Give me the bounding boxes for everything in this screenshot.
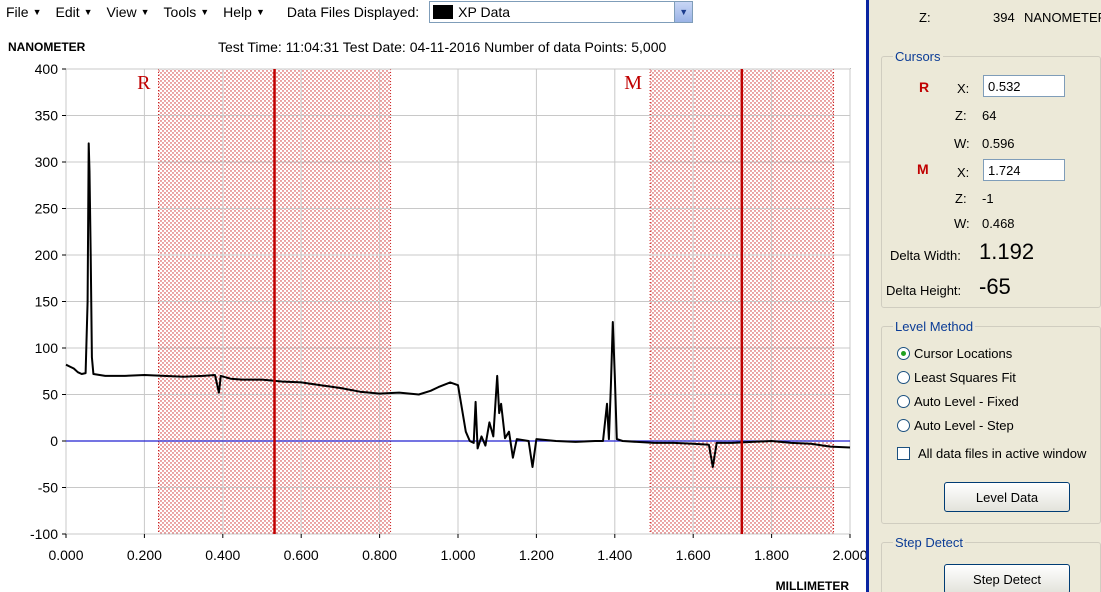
x-tick-label: 1.200 [519, 547, 554, 563]
level-data-button[interactable]: Level Data [944, 482, 1070, 512]
x-tick-label: 0.800 [362, 547, 397, 563]
menu-file-label: File [6, 4, 29, 20]
menu-view-label: View [106, 4, 137, 20]
x-tick-label: 1.400 [597, 547, 632, 563]
y-tick-label: 200 [35, 247, 59, 263]
x-tick-label: 0.000 [48, 547, 83, 563]
dropdown-arrow-icon[interactable]: ▼ [674, 2, 693, 22]
r-x-input[interactable] [983, 75, 1065, 97]
data-files-label: Data Files Displayed: [286, 4, 420, 20]
radio-icon[interactable] [897, 371, 910, 384]
radio-icon[interactable] [897, 395, 910, 408]
radio-cursor-locations[interactable]: Cursor Locations [897, 346, 1012, 361]
chevron-down-icon: ▼ [200, 7, 210, 17]
radio-icon[interactable] [897, 419, 910, 432]
chart-info: Test Time: 11:04:31 Test Date: 04-11-201… [218, 39, 666, 55]
x-tick-label: 1.800 [754, 547, 789, 563]
menu-edit[interactable]: Edit ▼ [55, 4, 92, 20]
x-unit-label: MILLIMETER [776, 579, 850, 592]
m-z-label: Z: [955, 191, 967, 206]
delta-height-label: Delta Height: [886, 283, 962, 298]
radio-label: Auto Level - Step [914, 418, 1014, 433]
r-x-label: X: [957, 81, 970, 96]
y-tick-label: 0 [50, 433, 58, 449]
top-z-label: Z: [919, 10, 931, 25]
m-x-label: X: [957, 165, 970, 180]
radio-least-squares[interactable]: Least Squares Fit [897, 370, 1016, 385]
menu-edit-label: Edit [55, 4, 80, 20]
chevron-down-icon: ▼ [255, 7, 265, 17]
r-w-value: 0.596 [982, 136, 1015, 151]
step-detect-button[interactable]: Step Detect [944, 564, 1070, 592]
r-z-label: Z: [955, 108, 967, 123]
all-files-checkbox-row[interactable]: All data files in active window [897, 446, 1086, 461]
menu-file[interactable]: File ▼ [6, 4, 41, 20]
menu-help[interactable]: Help ▼ [223, 4, 265, 20]
radio-auto-level-fixed[interactable]: Auto Level - Fixed [897, 394, 1019, 409]
y-tick-label: 300 [35, 154, 59, 170]
y-tick-label: 100 [35, 340, 59, 356]
radio-auto-level-step[interactable]: Auto Level - Step [897, 418, 1014, 433]
y-tick-label: 150 [35, 294, 59, 310]
m-z-value: -1 [982, 191, 994, 206]
radio-icon[interactable] [897, 347, 910, 360]
series-color-swatch [433, 5, 454, 19]
data-files-select[interactable]: XP Data ▼ [429, 1, 694, 23]
radio-label: Least Squares Fit [914, 370, 1016, 385]
menu-bar: File ▼ Edit ▼ View ▼ Tools ▼ Help ▼ Data File… [0, 0, 866, 24]
x-tick-label: 1.600 [676, 547, 711, 563]
top-z-value: 394 [993, 10, 1015, 25]
cursor-marker-m: M [624, 72, 642, 94]
menu-tools-label: Tools [163, 4, 197, 20]
y-tick-label: 350 [35, 108, 59, 124]
top-z-unit: NANOMETER [1024, 10, 1101, 25]
menu-help-label: Help [223, 4, 252, 20]
x-tick-label: 0.200 [127, 547, 162, 563]
m-w-value: 0.468 [982, 216, 1015, 231]
y-unit-label: NANOMETER [8, 40, 86, 54]
delta-width-label: Delta Width: [890, 248, 961, 263]
x-tick-label: 0.600 [284, 547, 319, 563]
x-tick-label: 1.000 [440, 547, 475, 563]
radio-label: Cursor Locations [914, 346, 1013, 361]
m-w-label: W: [954, 216, 970, 231]
y-tick-label: 250 [35, 201, 59, 217]
y-tick-label: 50 [42, 387, 58, 403]
menu-tools[interactable]: Tools ▼ [164, 4, 210, 20]
level-method-title: Level Method [893, 319, 976, 334]
menu-view[interactable]: View ▼ [107, 4, 150, 20]
chevron-down-icon: ▼ [140, 7, 150, 17]
checkbox-icon[interactable] [897, 447, 910, 460]
cursor-marker-r: R [137, 72, 151, 94]
data-files-value: XP Data [458, 4, 511, 20]
radio-label: Auto Level - Fixed [914, 394, 1019, 409]
chevron-down-icon: ▼ [32, 7, 42, 17]
y-tick-label: -50 [38, 480, 58, 496]
chart-svg: NANOMETER Test Time: 11:04:31 Test Date:… [8, 39, 866, 592]
chevron-down-icon: ▼ [83, 7, 93, 17]
profile-chart: NANOMETER Test Time: 11:04:31 Test Date:… [0, 24, 866, 592]
step-detect-title: Step Detect [893, 535, 965, 550]
y-tick-label: 400 [35, 61, 59, 77]
y-tick-label: -100 [30, 526, 58, 542]
x-tick-label: 2.000 [832, 547, 866, 563]
delta-height-value: -65 [979, 274, 1011, 299]
delta-width-value: 1.192 [979, 239, 1035, 264]
all-files-label: All data files in active window [918, 446, 1087, 461]
radio-selected-dot [901, 351, 906, 356]
cursors-title: Cursors [893, 49, 943, 64]
control-panel: Z: 394 NANOMETER Cursors R X: Z: 64 W: 0… [869, 0, 1101, 592]
cursor-m-label: M [917, 161, 929, 177]
x-tick-label: 0.400 [205, 547, 240, 563]
r-w-label: W: [954, 136, 970, 151]
m-x-input[interactable] [983, 159, 1065, 181]
r-z-value: 64 [982, 108, 997, 123]
cursor-r-label: R [919, 79, 930, 95]
